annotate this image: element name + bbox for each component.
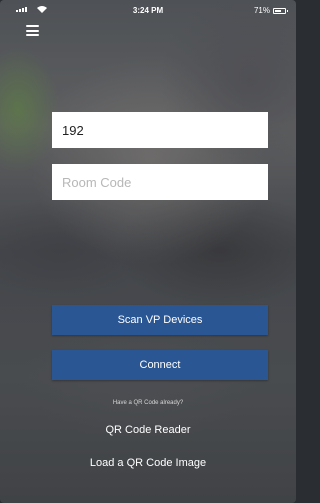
load-qr-code-image-link[interactable]: Load a QR Code Image	[0, 457, 296, 469]
qr-code-hint: Have a QR Code already?	[112, 400, 184, 406]
battery-icon	[273, 7, 288, 14]
room-code-field[interactable]	[52, 164, 268, 200]
ip-address-field[interactable]	[52, 112, 268, 148]
status-time: 3:24 PM	[132, 6, 164, 15]
battery-percent: 71%	[253, 6, 270, 15]
status-bar: 3:24 PM 71%	[0, 0, 296, 20]
room-code-input[interactable]	[62, 174, 258, 190]
connect-button[interactable]: Connect	[52, 350, 268, 380]
hamburger-menu-icon[interactable]	[26, 25, 39, 36]
battery-status: 71%	[253, 6, 288, 15]
qr-code-reader-link[interactable]: QR Code Reader	[0, 424, 296, 436]
app-screen: 3:24 PM 71% Scan VP Devices Connect Have…	[0, 0, 296, 503]
scan-vp-devices-button[interactable]: Scan VP Devices	[52, 305, 268, 335]
ip-address-input[interactable]	[62, 122, 258, 138]
